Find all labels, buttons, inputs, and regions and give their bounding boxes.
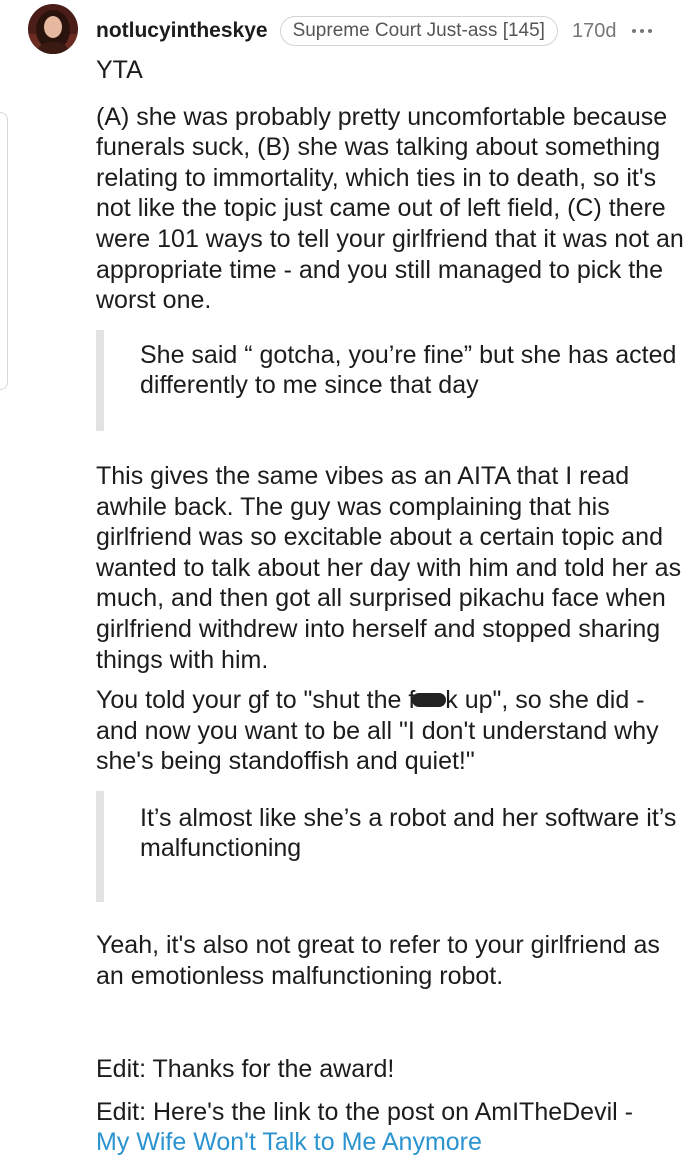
thread-collapse-line[interactable] — [0, 112, 8, 390]
comment-paragraph: (A) she was probably pretty uncomfortabl… — [96, 102, 684, 315]
redaction-mark — [412, 693, 447, 708]
username[interactable]: notlucyintheskye — [96, 19, 268, 43]
user-avatar[interactable] — [28, 4, 78, 54]
comment-paragraph: This gives the same vibes as an AITA tha… — [96, 461, 682, 674]
comment-paragraph: You told your gf to "shut the fk up", so… — [96, 685, 691, 777]
avatar-image — [28, 4, 78, 54]
blockquote: She said “ gotcha, you’re fine” but she … — [96, 329, 691, 431]
quote-text: She said “ gotcha, you’re fine” but she … — [140, 340, 677, 400]
comment-body: YTA (A) she was probably pretty uncomfor… — [96, 55, 691, 1158]
more-dots-icon[interactable] — [632, 21, 653, 41]
edit-text: Edit: Here's the link to the post on AmI… — [96, 1097, 633, 1126]
paragraph-text-start: You told your gf to "shut the f — [96, 686, 416, 715]
blockquote: It’s almost like she’s a robot and her s… — [96, 790, 691, 903]
verdict: YTA — [96, 56, 143, 84]
edit-note: Edit: Thanks for the award! — [96, 1055, 395, 1084]
comment-age: 170d — [571, 19, 617, 42]
user-flair: Supreme Court Just-ass [145] — [279, 16, 558, 46]
comment-paragraph: Yeah, it's also not great to refer to yo… — [96, 931, 660, 990]
comment-header: notlucyintheskye Supreme Court Just-ass … — [96, 14, 653, 48]
edit-note: Edit: Here's the link to the post on AmI… — [96, 1097, 691, 1158]
quote-text: It’s almost like she’s a robot and her s… — [140, 803, 677, 863]
post-link[interactable]: My Wife Won't Talk to Me Anymore — [96, 1128, 482, 1156]
